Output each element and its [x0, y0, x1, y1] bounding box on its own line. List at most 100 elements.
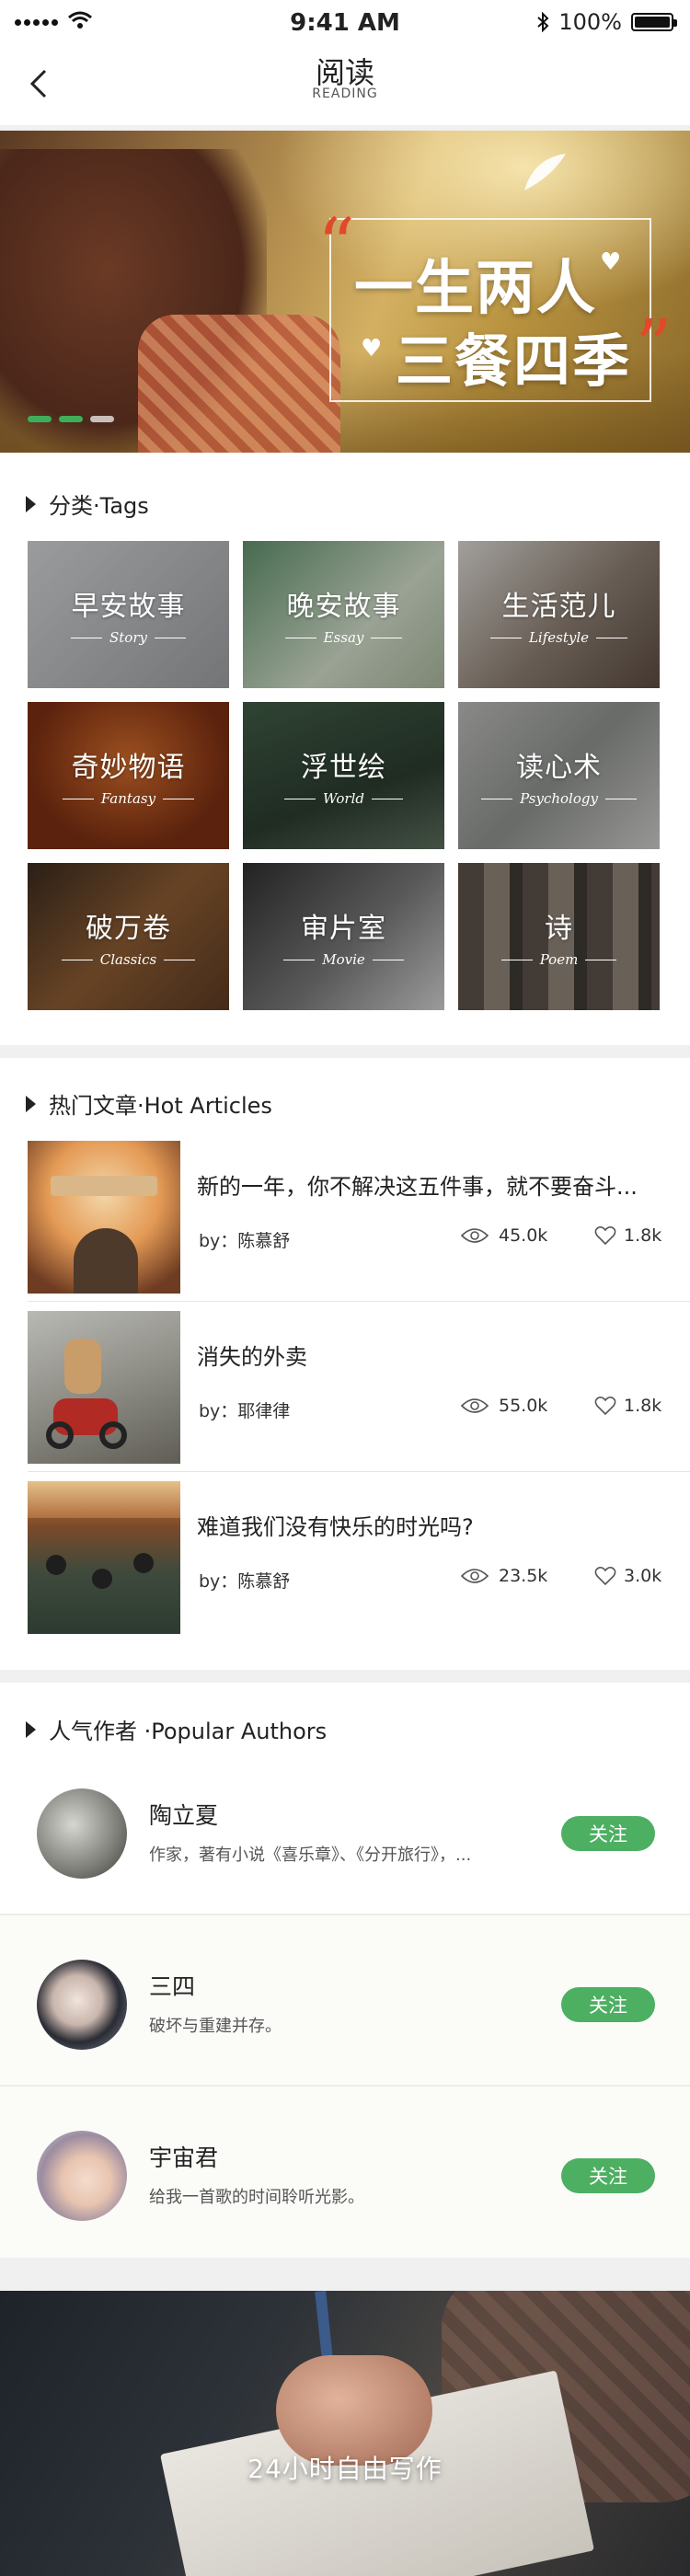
tag-poem[interactable]: 诗 Poem — [458, 863, 660, 1010]
eye-icon — [460, 1398, 489, 1413]
triangle-icon — [26, 495, 36, 512]
article-likes[interactable]: 1.8k — [594, 1396, 661, 1416]
nav-bar: 阅读 READING — [0, 42, 690, 125]
featured-banner[interactable]: “ 一生两人 三餐四季 ” ♥ ♥ — [0, 131, 690, 453]
article-author: by：耶律律 — [199, 1401, 291, 1421]
tag-classics[interactable]: 破万卷 Classics — [28, 863, 229, 1010]
article-thumbnail — [28, 1141, 180, 1294]
tag-label: 奇妙物语 — [71, 752, 186, 784]
carousel-indicators[interactable] — [28, 416, 114, 422]
heart-icon: ♥ — [361, 335, 383, 362]
article-thumbnail — [28, 1481, 180, 1634]
articles-section-header: 热门文章·Hot Articles — [26, 1087, 272, 1120]
tag-lifestyle[interactable]: 生活范儿 Lifestyle — [458, 541, 660, 688]
tag-world[interactable]: 浮世绘 World — [243, 702, 444, 849]
carousel-dot[interactable] — [28, 416, 52, 422]
tag-label: 晚安故事 — [286, 591, 401, 623]
writing-banner[interactable]: 24小时自由写作 — [0, 2291, 690, 2576]
triangle-icon — [26, 1720, 36, 1738]
tag-essay[interactable]: 晚安故事 Essay — [243, 541, 444, 688]
tag-sub: Poem — [500, 951, 617, 968]
author-item[interactable]: 三四 破坏与重建并存。 关注 — [0, 1915, 690, 2087]
section-title: 分类·Tags — [49, 493, 149, 519]
divider — [0, 1670, 690, 1683]
follow-button[interactable]: 关注 — [561, 1816, 655, 1851]
article-author: by：陈慕舒 — [199, 1231, 291, 1251]
tag-en-label: Fantasy — [100, 790, 156, 807]
divider — [0, 1045, 690, 1058]
tag-sub: Fantasy — [62, 790, 195, 807]
author-name: 宇宙君 — [149, 2145, 219, 2171]
tag-sub: Story — [71, 629, 186, 646]
tag-label: 浮世绘 — [301, 752, 386, 784]
follow-button[interactable]: 关注 — [561, 1987, 655, 2022]
article-views: 45.0k — [460, 1225, 547, 1246]
tag-sub: World — [284, 790, 403, 807]
tag-en-label: Essay — [323, 629, 364, 646]
author-name: 三四 — [149, 1973, 196, 2000]
article-author: by：陈慕舒 — [199, 1571, 291, 1592]
battery-icon — [631, 13, 677, 31]
heart-icon — [594, 1226, 616, 1246]
banner-shirt-image — [138, 315, 340, 453]
eye-icon — [460, 1228, 489, 1243]
tag-movie[interactable]: 审片室 Movie — [243, 863, 444, 1010]
tag-psychology[interactable]: 读心术 Psychology — [458, 702, 660, 849]
author-item[interactable]: 陶立夏 作家，著有小说《喜乐章》、《分开旅行》，... 关注 — [0, 1744, 690, 1915]
tag-label: 诗 — [545, 913, 573, 945]
tag-en-label: Classics — [99, 951, 157, 968]
author-description: 给我一首歌的时间聆听光影。 — [149, 2188, 364, 2207]
battery-percent: 100% — [558, 9, 622, 35]
quote-close-mark: ” — [635, 304, 673, 389]
author-item[interactable]: 宇宙君 给我一首歌的时间聆听光影。 关注 — [0, 2087, 690, 2258]
heart-icon — [594, 1397, 616, 1416]
likes-count: 1.8k — [624, 1396, 662, 1416]
article-item[interactable]: 消失的外卖 by：耶律律 55.0k 1.8k — [0, 1302, 690, 1472]
tag-sub: Essay — [284, 629, 403, 646]
article-likes[interactable]: 3.0k — [594, 1566, 661, 1586]
likes-count: 1.8k — [624, 1225, 662, 1246]
carousel-dot[interactable] — [90, 416, 114, 422]
article-likes[interactable]: 1.8k — [594, 1225, 661, 1246]
writing-banner-text: 24小时自由写作 — [247, 2454, 443, 2484]
tag-fantasy[interactable]: 奇妙物语 Fantasy — [28, 702, 229, 849]
follow-button[interactable]: 关注 — [561, 2158, 655, 2193]
eye-icon — [460, 1569, 489, 1583]
section-title: 热门文章·Hot Articles — [49, 1093, 272, 1119]
bluetooth-icon — [537, 12, 549, 32]
status-bar: 9:41 AM 100% — [0, 0, 690, 42]
views-count: 23.5k — [499, 1566, 548, 1586]
views-count: 55.0k — [499, 1396, 548, 1416]
tag-sub: Movie — [283, 951, 404, 968]
avatar — [37, 2131, 127, 2221]
article-item[interactable]: 新的一年，你不解决这五件事，就不要奋斗... by：陈慕舒 45.0k 1.8k — [0, 1132, 690, 1302]
authors-section-header: 人气作者 ·Popular Authors — [26, 1713, 327, 1745]
page-subtitle: READING — [312, 86, 378, 101]
article-title: 消失的外卖 — [197, 1344, 307, 1370]
tag-story[interactable]: 早安故事 Story — [28, 541, 229, 688]
tag-en-label: World — [323, 790, 364, 807]
carousel-dot[interactable] — [59, 416, 83, 422]
tag-en-label: Lifestyle — [528, 629, 590, 646]
avatar — [37, 1788, 127, 1879]
banner-line-1: 一生两人 — [354, 255, 597, 323]
tag-sub: Classics — [61, 951, 196, 968]
likes-count: 3.0k — [624, 1566, 662, 1586]
tag-label: 读心术 — [516, 752, 602, 784]
tag-en-label: Movie — [322, 951, 365, 968]
article-title: 难道我们没有快乐的时光吗? — [197, 1514, 474, 1540]
tags-section-header: 分类·Tags — [26, 488, 149, 520]
article-item[interactable]: 难道我们没有快乐的时光吗? by：陈慕舒 23.5k 3.0k — [0, 1472, 690, 1642]
section-title: 人气作者 ·Popular Authors — [49, 1719, 328, 1744]
author-description: 破坏与重建并存。 — [149, 2017, 282, 2036]
article-views: 23.5k — [460, 1566, 547, 1586]
views-count: 45.0k — [499, 1225, 548, 1246]
article-thumbnail — [28, 1311, 180, 1464]
article-title: 新的一年，你不解决这五件事，就不要奋斗... — [197, 1174, 638, 1200]
author-name: 陶立夏 — [149, 1802, 219, 1829]
article-views: 55.0k — [460, 1396, 547, 1416]
heart-icon: ♥ — [600, 248, 622, 276]
tag-en-label: Poem — [539, 951, 579, 968]
banner-line-2: 三餐四季 — [396, 328, 632, 395]
tag-label: 破万卷 — [86, 913, 171, 945]
